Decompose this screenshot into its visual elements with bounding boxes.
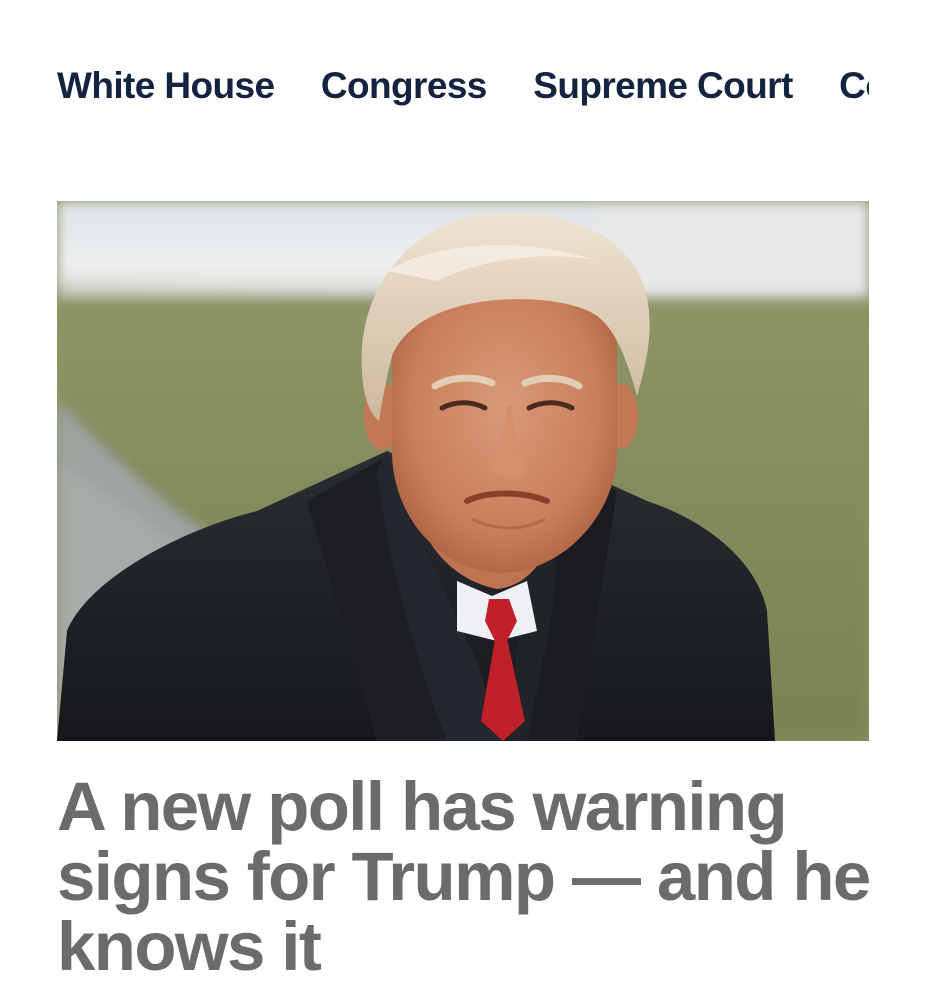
article-hero-image[interactable]	[57, 201, 869, 741]
article-headline[interactable]: A new poll has warning signs for Trump —…	[57, 772, 877, 982]
section-nav: White House Congress Supreme Court Court…	[57, 58, 869, 114]
hero-photo	[57, 201, 869, 741]
nav-item-supreme-court[interactable]: Supreme Court	[533, 58, 793, 114]
nav-item-congress[interactable]: Congress	[321, 58, 487, 114]
nav-item-courts[interactable]: Courts	[839, 58, 869, 114]
nav-item-white-house[interactable]: White House	[57, 58, 275, 114]
